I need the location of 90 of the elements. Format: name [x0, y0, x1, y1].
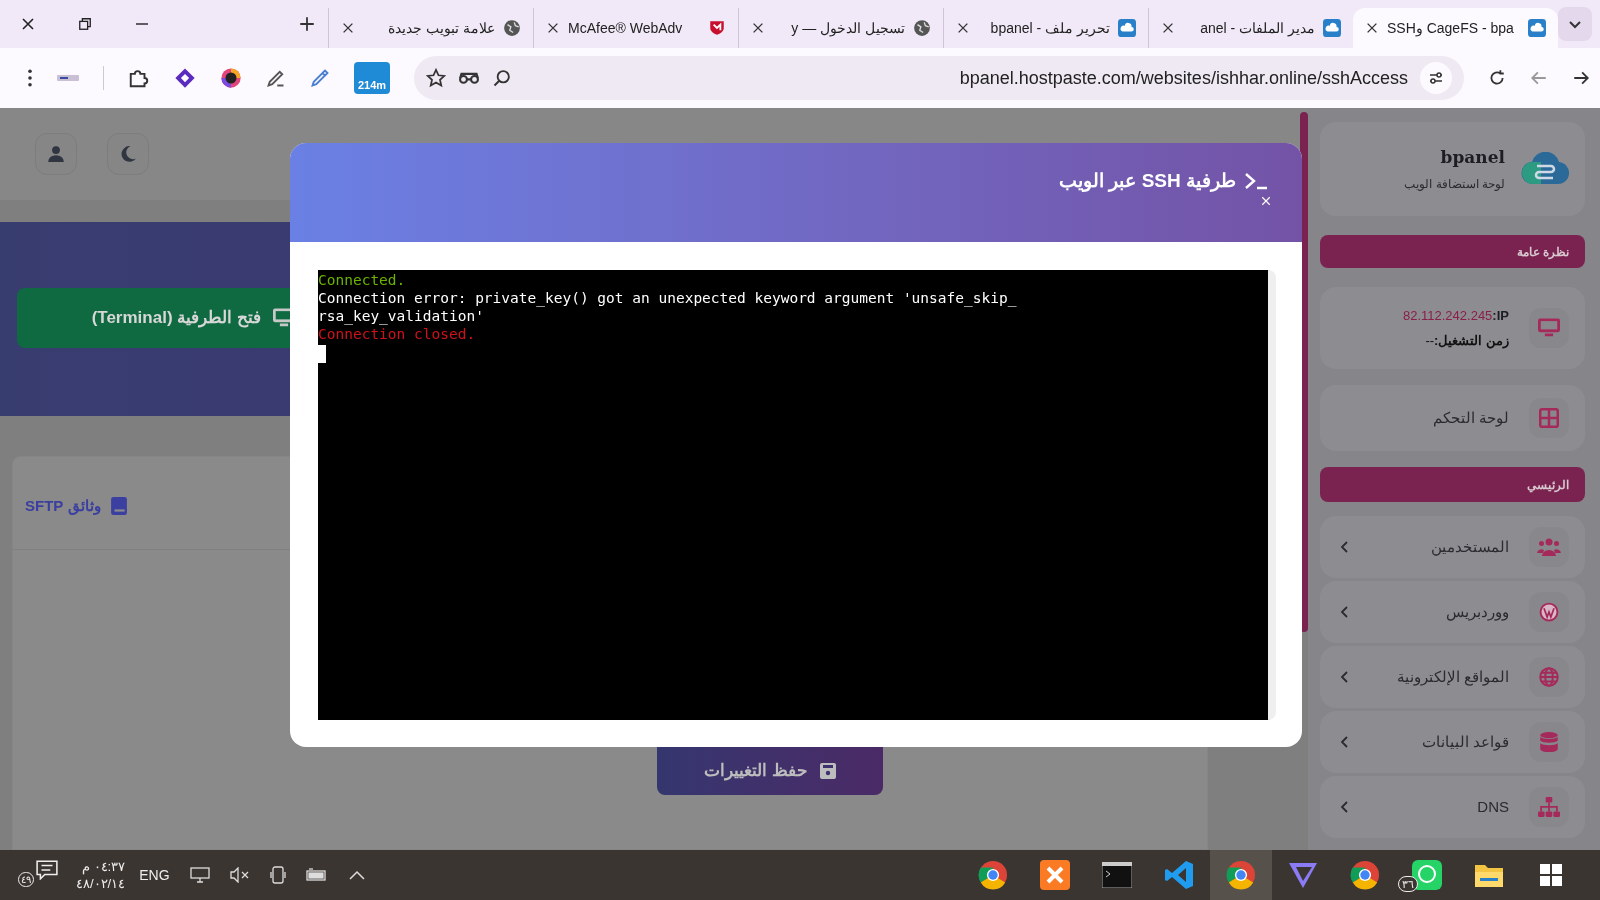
sitemap-icon	[1538, 797, 1560, 817]
tab-close-icon[interactable]	[751, 21, 765, 35]
cloud-icon	[1118, 19, 1136, 37]
uptime-value: --	[1425, 332, 1435, 350]
restore-icon[interactable]	[78, 17, 92, 31]
tab-title: تحرير ملف - bpanel	[989, 18, 1110, 39]
section-header: نظرة عامة	[1320, 235, 1585, 268]
address-bar[interactable]: bpanel.hostpaste.com/websites/ishhar.online/sshAccess	[414, 56, 1464, 100]
tab-close-icon[interactable]	[956, 21, 970, 35]
battery-icon[interactable]	[305, 868, 328, 882]
eyedropper-icon[interactable]	[310, 68, 330, 88]
user-icon	[47, 145, 65, 163]
dialog-title: طرفية SSH عبر الويب	[1059, 167, 1268, 196]
cloud-icon	[1528, 19, 1546, 37]
terminal-line: Connection closed.	[318, 325, 476, 343]
puzzle-icon[interactable]	[128, 67, 150, 89]
chevron-icon	[1340, 670, 1350, 684]
tab-list-caret-icon[interactable]	[1558, 7, 1592, 41]
globe-icon	[1539, 667, 1559, 687]
uptime-label: زمن التشغيل:	[1434, 332, 1509, 351]
brand-tagline: لوحة استضافة الويب	[1404, 175, 1505, 193]
forward-arrow-icon[interactable]	[1572, 69, 1590, 87]
sidebar-menu-item[interactable]: ووردبريس	[1320, 581, 1585, 643]
tab-close-icon[interactable]	[546, 21, 560, 35]
tab-title: علامة تبويب جديدة	[387, 18, 495, 39]
clock-time[interactable]: ٠٤:٣٧ م	[82, 858, 126, 875]
window-close-icon[interactable]	[20, 16, 36, 32]
caret-up-icon[interactable]	[347, 869, 366, 881]
zoom-icon[interactable]	[492, 68, 512, 88]
pencil-icon[interactable]	[266, 68, 286, 88]
url-text: bpanel.hostpaste.com/websites/ishhar.online/sshAccess	[959, 66, 1408, 90]
cloud-logo-icon	[1521, 152, 1569, 186]
globe-icon	[503, 19, 521, 37]
back-arrow-icon[interactable]	[1530, 69, 1548, 87]
ip-label: IP:	[1492, 306, 1509, 325]
star-icon[interactable]	[426, 68, 446, 88]
browser-tab[interactable]: SSHو CageFS - bpa	[1353, 8, 1558, 48]
language-indicator[interactable]: ENG	[139, 864, 170, 886]
speaker-muted-icon[interactable]	[229, 867, 250, 883]
cloud-icon	[1323, 19, 1341, 37]
tab-title: تسجيل الدخول — y	[790, 18, 905, 39]
chevron-icon	[1340, 540, 1350, 554]
sidebar-menu-item[interactable]: المواقع الإلكترونية	[1320, 646, 1585, 708]
sidebar-menu-item[interactable]: DNS	[1320, 776, 1585, 838]
shield-icon	[708, 19, 726, 37]
device-icon[interactable]	[269, 866, 286, 884]
tab-title: SSHو CageFS - bpa	[1387, 18, 1515, 39]
menu-icon[interactable]	[27, 69, 33, 87]
extension-icon[interactable]	[57, 72, 79, 84]
book-icon	[110, 497, 127, 516]
profile-button[interactable]	[35, 133, 77, 175]
close-icon[interactable]	[1260, 195, 1272, 207]
theme-toggle-button[interactable]	[107, 133, 149, 175]
tab-close-icon[interactable]	[1161, 21, 1175, 35]
color-ring-icon[interactable]	[220, 67, 242, 89]
terminal-cursor	[318, 345, 326, 363]
chevron-icon	[1340, 735, 1350, 749]
users-icon	[1537, 538, 1561, 556]
grid-icon	[1539, 408, 1559, 428]
tab-title: McAfee® WebAdv	[568, 18, 684, 38]
chevron-icon	[1340, 605, 1350, 619]
notification-count-badge: ٤٩	[18, 872, 34, 887]
diamond-icon[interactable]	[174, 67, 196, 89]
tab-close-icon[interactable]	[1365, 21, 1379, 35]
brand-name: bpanel	[1439, 146, 1505, 170]
unread-count-badge: ٣٦	[1398, 876, 1418, 892]
terminal-line: Connection error: private_key() got an unexpected keyword argument 'unsafe_skip_	[318, 289, 1017, 307]
reload-icon[interactable]	[1488, 69, 1506, 87]
clock-date[interactable]: ٤٨/٠٢/١٤	[76, 875, 126, 892]
chevron-icon	[1340, 800, 1350, 814]
network-icon[interactable]	[189, 867, 210, 883]
terminal-line: Connected.	[318, 271, 406, 289]
sidebar-menu-item[interactable]: المستخدمين	[1320, 516, 1585, 578]
ip-address: 82.112.242.245	[1402, 306, 1493, 325]
sidebar-menu-item[interactable]: قواعد البيانات	[1320, 711, 1585, 773]
tab-close-icon[interactable]	[341, 21, 355, 35]
globe-icon	[913, 19, 931, 37]
site-settings-icon[interactable]	[1420, 62, 1452, 94]
tab-title: مدير الملفات - anel	[1199, 18, 1315, 39]
notification-icon[interactable]	[36, 860, 58, 880]
monitor-icon	[1538, 318, 1560, 338]
section-header: الرئيسي	[1320, 467, 1585, 502]
dashboard-item[interactable]: لوحة التحكم	[1320, 385, 1585, 451]
new-tab-icon[interactable]	[298, 15, 316, 33]
extension-button[interactable]: 214m	[354, 62, 390, 94]
terminal-line: rsa_key_validation'	[318, 307, 484, 325]
moon-icon	[119, 145, 137, 163]
database-icon	[1540, 732, 1558, 752]
wordpress-icon	[1539, 602, 1559, 622]
terminal-prompt-icon	[1244, 172, 1268, 191]
